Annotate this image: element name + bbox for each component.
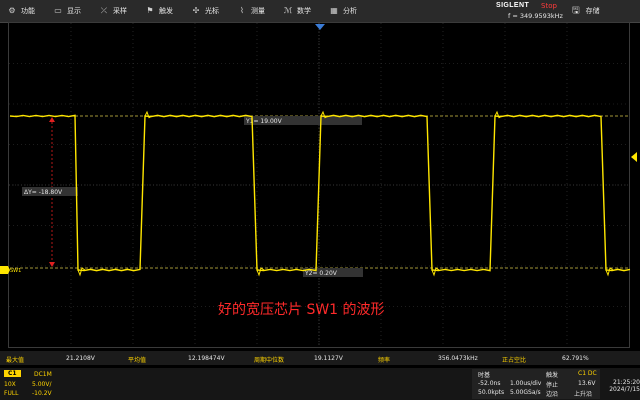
measurement-label: 平均值 — [128, 357, 147, 364]
channel1-info[interactable]: C1 DC1M 10X 5.00V/ FULL -10.2V — [0, 368, 56, 400]
memory-depth: 50.0kpts — [478, 389, 505, 396]
bottom-status-bar: C1 DC1M 10X 5.00V/ FULL -10.2V 时基 -52.0n… — [0, 368, 640, 400]
measurement-value: 62.791% — [562, 355, 589, 362]
edge-ringing — [77, 267, 86, 277]
waveform-display: SW1 Y1= 19.00V Y2= 0.20V ΔY= -18.80V 好的宽… — [0, 23, 637, 347]
trigger-type: 边沿 — [546, 391, 559, 398]
channel1-bandwidth: FULL — [4, 390, 19, 397]
sample-rate: 5.00GSa/s — [510, 389, 541, 396]
channel1-scale: 5.00V/ — [32, 381, 52, 388]
y2-label: Y2= 0.20V — [304, 270, 338, 277]
clock-date: 2024/7/15 — [609, 386, 640, 393]
timebase-scale: 1.00us/div — [510, 380, 542, 387]
square-wave-path — [9, 114, 631, 272]
measurement-value: 19.1127V — [314, 355, 343, 362]
measurement-value: 12.198474V — [188, 355, 225, 362]
measurement-label: 正占空比 — [502, 357, 527, 364]
channel1-trace — [9, 110, 631, 277]
measurement-label: 频率 — [378, 357, 391, 364]
clock: 21:25:20 2024/7/15 — [602, 370, 640, 393]
trigger-title: 触发 — [546, 372, 559, 379]
y1-label: Y1= 19.00V — [245, 118, 283, 125]
trigger-level-marker[interactable] — [631, 152, 637, 162]
channel1-probe: 10X — [4, 381, 16, 388]
trigger-source: C1 DC — [578, 370, 597, 377]
timebase-delay: -52.0ns — [478, 380, 501, 387]
channel1-badge[interactable]: C1 — [4, 370, 21, 377]
timebase-title: 时基 — [478, 372, 491, 379]
measurement-bar: 最大值 21.2108V 平均值 12.198474V 周期中位数 19.1127V 频率 3… — [0, 351, 640, 365]
channel-offset-marker[interactable] — [0, 266, 10, 274]
measurement-label: 最大值 — [6, 357, 25, 364]
waveform-annotation: 好的宽压芯片 SW1 的波形 — [218, 301, 385, 318]
edge-ringing — [431, 267, 440, 277]
edge-ringing — [256, 267, 265, 277]
channel1-offset: -10.2V — [32, 390, 52, 397]
dy-label: ΔY= -18.80V — [24, 189, 63, 196]
channel-marker-label: SW1 — [10, 268, 21, 274]
edge-ringing — [605, 267, 614, 277]
trigger-level: 13.6V — [578, 380, 596, 387]
delta-arrow-top — [49, 117, 55, 122]
trigger-info[interactable]: 触发 C1 DC 停止 13.6V 边沿 上升沿 — [542, 369, 600, 399]
trigger-position-marker[interactable] — [315, 24, 325, 30]
measurement-label: 周期中位数 — [254, 357, 285, 364]
clock-time: 21:25:20 — [613, 379, 640, 386]
channel1-coupling: DC1M — [34, 371, 52, 378]
measurement-value: 21.2108V — [66, 355, 95, 362]
trigger-slope: 上升沿 — [574, 391, 593, 398]
trigger-mode: 停止 — [546, 382, 559, 389]
measurement-value: 356.0473kHz — [438, 355, 478, 362]
timebase-info[interactable]: 时基 -52.0ns 1.00us/div 50.0kpts 5.00GSa/s — [472, 369, 542, 399]
